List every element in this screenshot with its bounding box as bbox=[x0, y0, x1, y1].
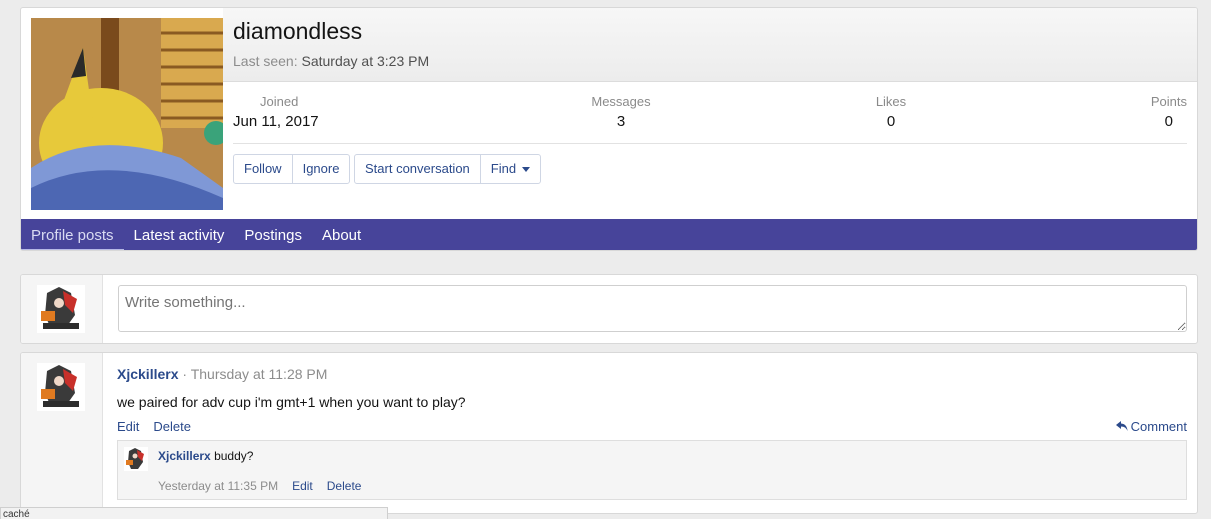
stat-label: Joined bbox=[260, 94, 299, 109]
reply-arrow-icon bbox=[1115, 421, 1128, 431]
tab-about[interactable]: About bbox=[312, 219, 371, 250]
stat-messages: Messages 3 bbox=[561, 94, 681, 130]
browser-status-bar: caché bbox=[0, 507, 388, 519]
tab-postings[interactable]: Postings bbox=[234, 219, 312, 250]
stat-value: 0 bbox=[1164, 113, 1173, 130]
status-text: caché bbox=[3, 509, 30, 519]
comment-delete-link[interactable]: Delete bbox=[327, 479, 362, 493]
avatar-image bbox=[37, 285, 85, 333]
post-separator: · bbox=[182, 366, 188, 382]
stat-joined: Joined Jun 11, 2017 bbox=[233, 94, 319, 130]
tab-latest-activity[interactable]: Latest activity bbox=[124, 219, 235, 250]
follow-button[interactable]: Follow bbox=[234, 155, 293, 183]
comment-timestamp[interactable]: Yesterday at 11:35 PM bbox=[158, 479, 278, 493]
stat-label: Likes bbox=[875, 94, 907, 109]
post-author-avatar[interactable] bbox=[37, 363, 85, 411]
profile-stats: Joined Jun 11, 2017 Messages 3 Likes 0 P… bbox=[233, 94, 1187, 144]
avatar-image bbox=[37, 363, 85, 411]
stat-points: Points 0 bbox=[1151, 94, 1187, 130]
comment-author-avatar[interactable] bbox=[124, 447, 148, 471]
stat-value: 0 bbox=[886, 113, 896, 130]
comment-message: buddy? bbox=[214, 449, 254, 463]
profile-username: diamondless bbox=[233, 18, 363, 44]
composer-card bbox=[20, 274, 1198, 344]
last-seen-label: Last seen: bbox=[233, 53, 298, 69]
stat-label: Messages bbox=[591, 94, 651, 109]
profile-post: Xjckillerx · Thursday at 11:28 PM we pai… bbox=[20, 352, 1198, 514]
avatar-image bbox=[31, 18, 223, 210]
find-button[interactable]: Find bbox=[481, 155, 540, 183]
stat-value: Jun 11, 2017 bbox=[233, 113, 319, 130]
tab-profile-posts[interactable]: Profile posts bbox=[21, 219, 124, 250]
comment-edit-link[interactable]: Edit bbox=[292, 479, 313, 493]
post-body: we paired for adv cup i'm gmt+1 when you… bbox=[117, 394, 466, 410]
post-edit-link[interactable]: Edit bbox=[117, 419, 139, 434]
comment-meta: Yesterday at 11:35 PM Edit Delete bbox=[158, 479, 361, 493]
post-timestamp[interactable]: Thursday at 11:28 PM bbox=[191, 366, 328, 382]
post-header: Xjckillerx · Thursday at 11:28 PM bbox=[117, 366, 327, 382]
comment-button[interactable]: Comment bbox=[1115, 419, 1187, 434]
post-actions: Edit Delete bbox=[117, 419, 191, 434]
last-seen: Last seen: Saturday at 3:23 PM bbox=[233, 53, 429, 69]
comment-text: Xjckillerx buddy? bbox=[158, 449, 253, 463]
comment-label: Comment bbox=[1130, 419, 1187, 434]
post-author-link[interactable]: Xjckillerx bbox=[117, 366, 179, 382]
current-user-avatar[interactable] bbox=[37, 285, 85, 333]
profile-title-band: diamondless Last seen: Saturday at 3:23 … bbox=[223, 8, 1197, 82]
profile-avatar[interactable] bbox=[31, 18, 223, 210]
profile-tabs: Profile posts Latest activity Postings A… bbox=[21, 219, 1197, 250]
last-seen-value: Saturday at 3:23 PM bbox=[301, 53, 430, 69]
follow-ignore-group: Follow Ignore bbox=[233, 154, 351, 184]
post-delete-link[interactable]: Delete bbox=[153, 419, 191, 434]
find-button-label: Find bbox=[490, 161, 517, 176]
caret-down-icon bbox=[521, 166, 530, 172]
avatar-image bbox=[124, 447, 148, 471]
start-conversation-button[interactable]: Start conversation bbox=[355, 155, 481, 183]
ignore-button[interactable]: Ignore bbox=[293, 155, 350, 183]
profile-post-input[interactable] bbox=[118, 285, 1187, 332]
profile-header: diamondless Last seen: Saturday at 3:23 … bbox=[20, 7, 1198, 251]
conversation-find-group: Start conversation Find bbox=[354, 154, 541, 184]
post-comment: Xjckillerx buddy? Yesterday at 11:35 PM … bbox=[117, 440, 1187, 500]
comment-author-link[interactable]: Xjckillerx bbox=[158, 449, 211, 463]
stat-label: Points bbox=[1150, 94, 1187, 109]
stat-value: 3 bbox=[616, 113, 626, 130]
stat-likes: Likes 0 bbox=[851, 94, 931, 130]
